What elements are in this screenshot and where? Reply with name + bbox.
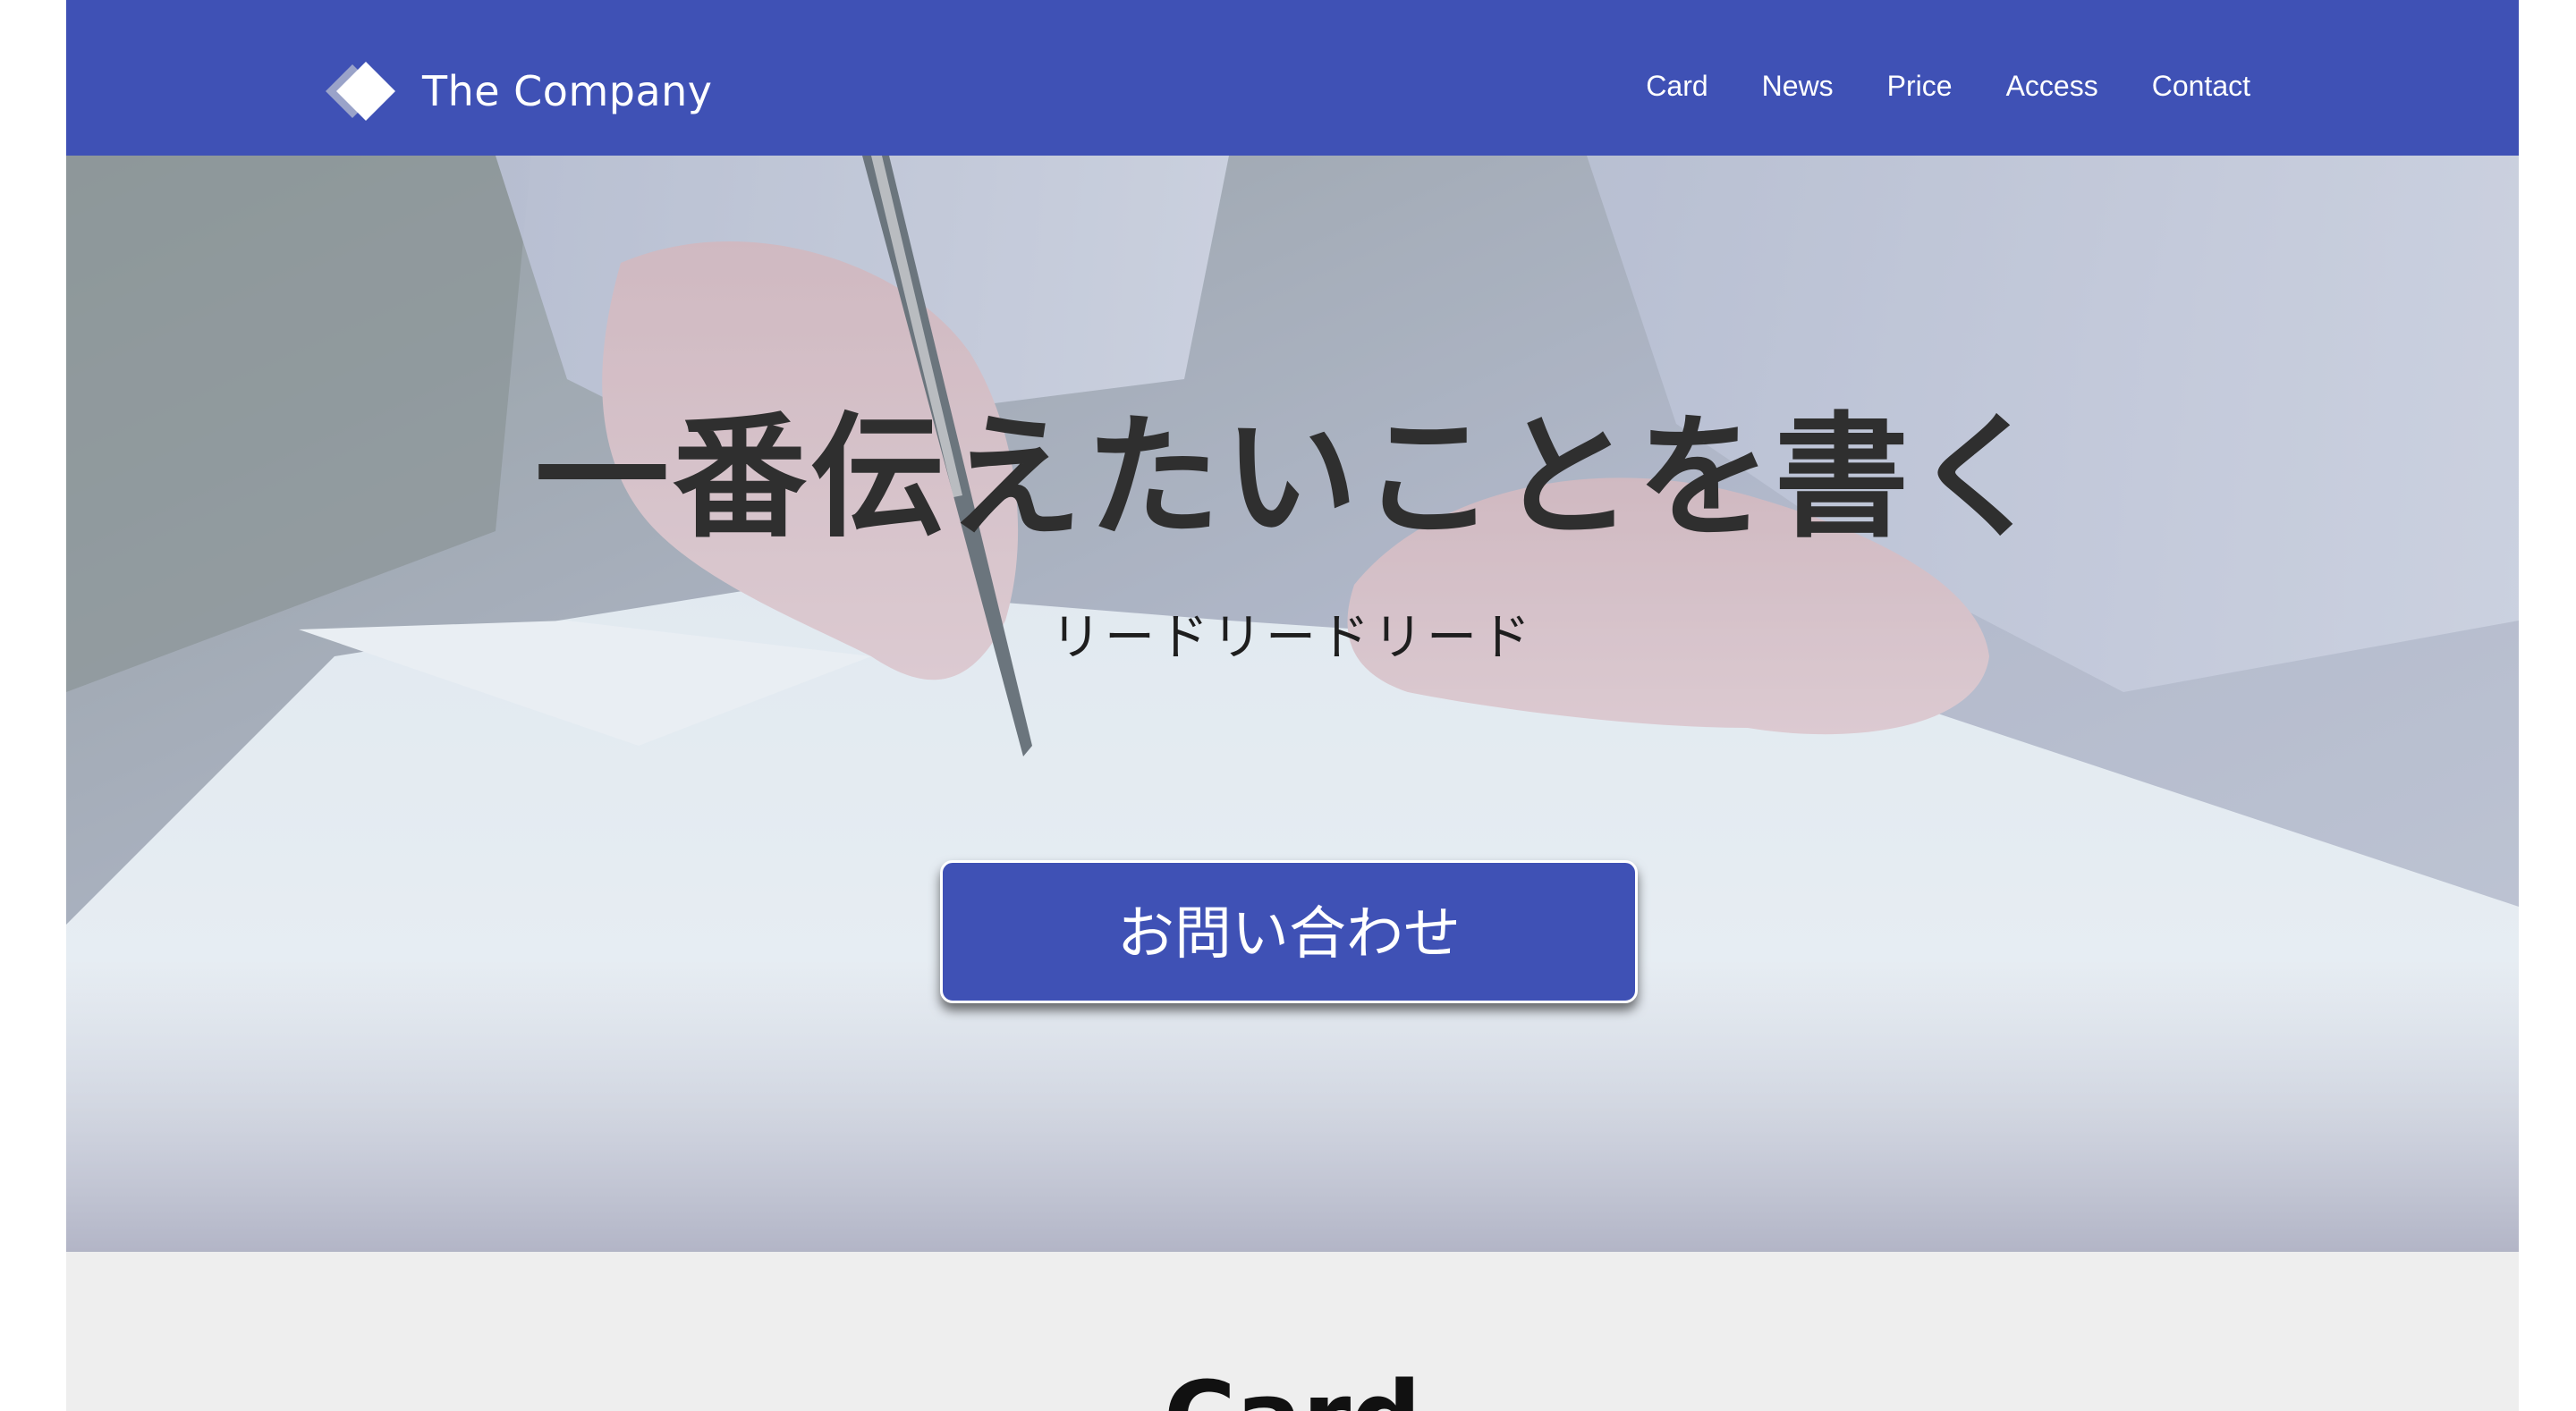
hero-overlay — [66, 156, 2519, 1252]
nav-news[interactable]: News — [1762, 61, 1834, 111]
site-header: The Company Card News Price Access Conta… — [66, 0, 2519, 156]
page: The Company Card News Price Access Conta… — [66, 0, 2519, 1411]
nav-access[interactable]: Access — [2006, 61, 2098, 111]
hero: 一番伝えたいことを書く リードリードリード お問い合わせ — [66, 156, 2519, 1252]
section-title-card: Card — [66, 1359, 2519, 1411]
hero-lead: リードリードリード — [1051, 609, 1534, 667]
main-nav: Card News Price Access Contact — [1646, 61, 2250, 111]
logo[interactable]: The Company — [317, 55, 713, 127]
nav-price[interactable]: Price — [1887, 61, 1953, 111]
hero-title: 一番伝えたいことを書く — [534, 399, 2050, 556]
logo-text: The Company — [422, 67, 713, 115]
nav-contact[interactable]: Contact — [2152, 61, 2250, 111]
contact-button[interactable]: お問い合わせ — [940, 860, 1638, 1003]
nav-card[interactable]: Card — [1646, 61, 1707, 111]
diamond-logo-icon — [317, 55, 415, 127]
